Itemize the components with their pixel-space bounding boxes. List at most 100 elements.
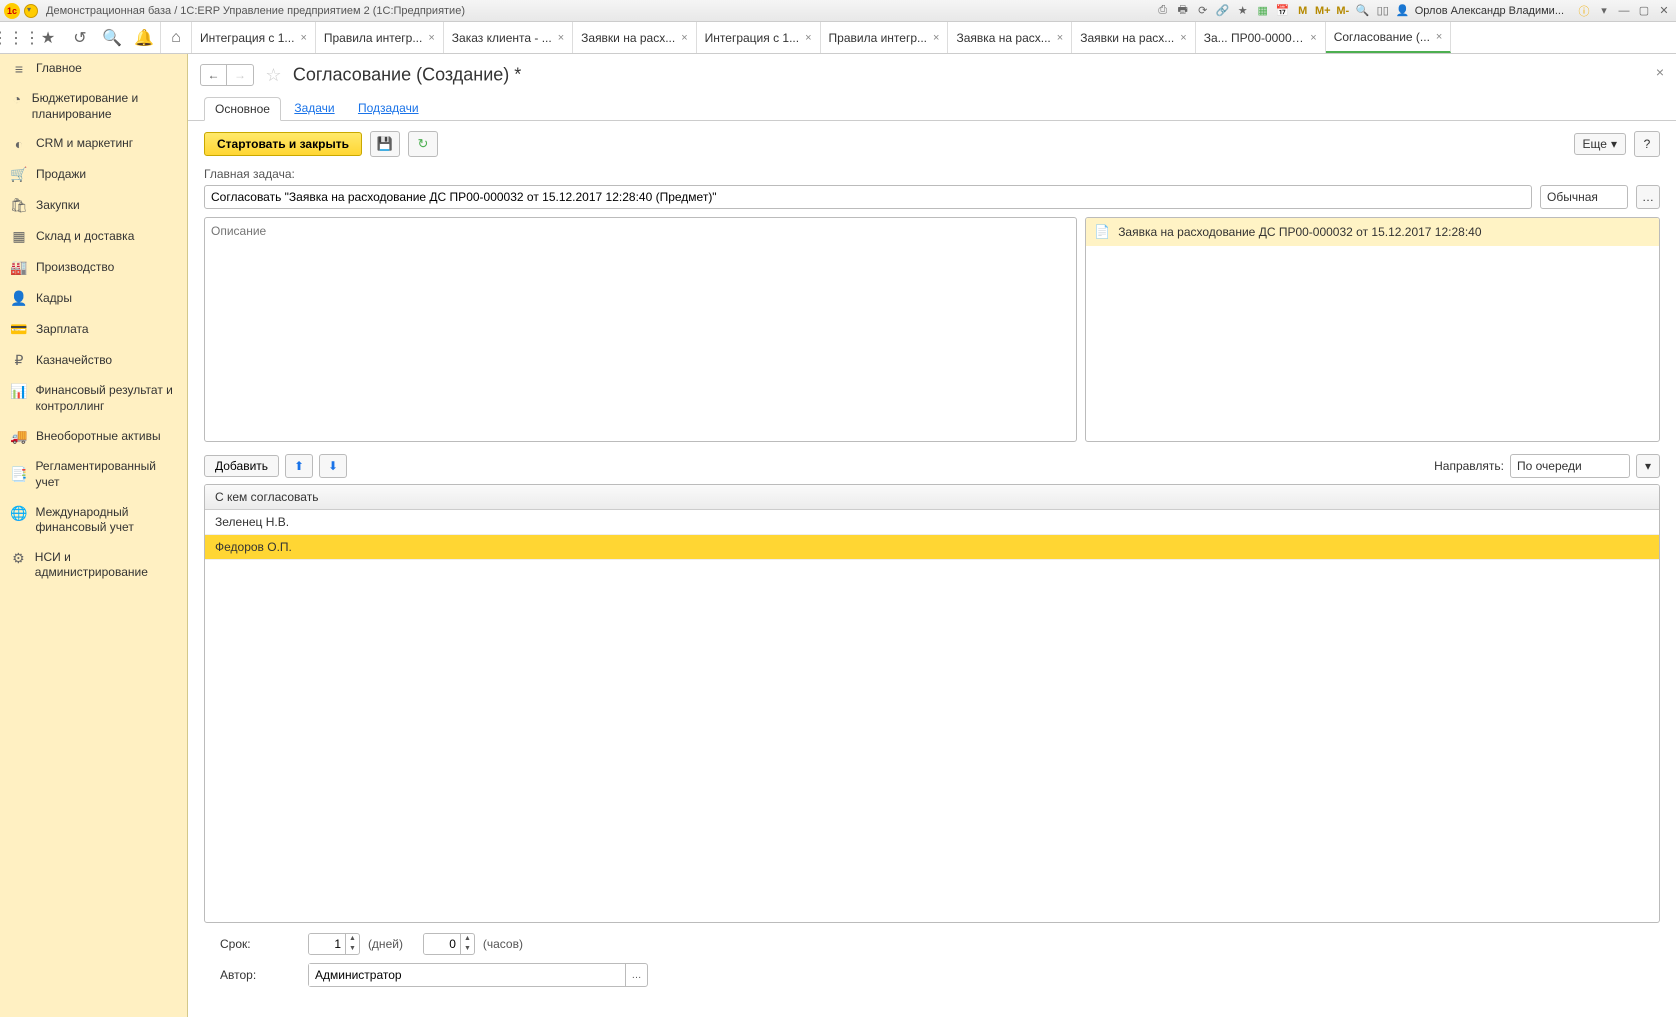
start-and-close-button[interactable]: Стартовать и закрыть xyxy=(204,132,362,156)
days-spinner[interactable]: ▲▼ xyxy=(308,933,360,955)
hours-spinner[interactable]: ▲▼ xyxy=(423,933,475,955)
author-input[interactable] xyxy=(309,964,625,986)
zoom-icon[interactable]: 🔍 xyxy=(1355,3,1371,19)
hours-input[interactable] xyxy=(424,934,460,954)
sidebar-icon: 🛍 xyxy=(10,197,28,214)
tab-close-icon[interactable]: × xyxy=(933,32,939,44)
help-button[interactable]: ? xyxy=(1634,131,1660,157)
tab-close-icon[interactable]: × xyxy=(558,32,564,44)
hours-up[interactable]: ▲ xyxy=(461,934,474,944)
sidebar-item[interactable]: 📊Финансовый результат и контроллинг xyxy=(0,376,187,421)
sidebar-item[interactable]: 📑Регламентированный учет xyxy=(0,452,187,497)
sidebar-item[interactable]: 🛒Продажи xyxy=(0,159,187,190)
more-menu-button[interactable]: Еще▾ xyxy=(1574,133,1626,155)
titlebar-menu-dropdown[interactable] xyxy=(24,4,38,18)
tab-close-icon[interactable]: × xyxy=(1180,32,1186,44)
sidebar-item[interactable]: ◔Бюджетирование и планирование xyxy=(0,84,187,129)
sidebar-item[interactable]: 🛍Закупки xyxy=(0,190,187,221)
attachment-item[interactable]: 📄 Заявка на расходование ДС ПР00-000032 … xyxy=(1086,218,1659,246)
table-row[interactable]: Зеленец Н.В. xyxy=(205,510,1659,535)
direct-select[interactable]: По очереди xyxy=(1510,454,1630,478)
grid-icon[interactable]: ▦ xyxy=(1255,3,1271,19)
home-icon[interactable]: ⌂ xyxy=(160,22,192,53)
refresh-icon[interactable]: ⟳ xyxy=(1195,3,1211,19)
tab-close-icon[interactable]: × xyxy=(681,32,687,44)
maximize-icon[interactable]: ▢ xyxy=(1636,3,1652,19)
author-options-button[interactable]: … xyxy=(625,964,647,986)
dropdown-icon[interactable]: ▾ xyxy=(1596,3,1612,19)
user-name[interactable]: Орлов Александр Владими... xyxy=(1415,5,1564,17)
sidebar-item[interactable]: ◐CRM и маркетинг xyxy=(0,129,187,159)
tab-main[interactable]: Основное xyxy=(204,97,281,121)
minimize-icon[interactable]: — xyxy=(1616,3,1632,19)
description-textarea[interactable] xyxy=(204,217,1077,442)
notifications-icon[interactable]: 🔔 xyxy=(128,22,160,53)
sidebar-item[interactable]: 👤Кадры xyxy=(0,283,187,314)
days-up[interactable]: ▲ xyxy=(346,934,359,944)
sidebar-item[interactable]: 🚚Внеоборотные активы xyxy=(0,421,187,452)
favorites-icon[interactable]: ★ xyxy=(32,22,64,53)
days-input[interactable] xyxy=(309,934,345,954)
save-button[interactable]: 💾 xyxy=(370,131,400,157)
memory-mminus[interactable]: M- xyxy=(1335,3,1351,19)
user-icon[interactable]: 👤 xyxy=(1395,3,1411,19)
search-icon[interactable]: 🔍 xyxy=(96,22,128,53)
sidebar-icon: ≡ xyxy=(10,61,28,77)
sidebar-item[interactable]: ▦Склад и доставка xyxy=(0,221,187,252)
doc-tab[interactable]: За... ПР00-000032× xyxy=(1196,22,1326,53)
tab-close-icon[interactable]: × xyxy=(1057,32,1063,44)
apps-icon[interactable]: ⋮⋮⋮ xyxy=(0,22,32,53)
doc-tab[interactable]: Заявки на расх...× xyxy=(573,22,697,53)
doc-tab[interactable]: Заказ клиента - ...× xyxy=(444,22,573,53)
history-icon[interactable]: ↺ xyxy=(64,22,96,53)
sidebar-label: Производство xyxy=(36,260,114,276)
hours-down[interactable]: ▼ xyxy=(461,944,474,954)
close-window-icon[interactable]: ✕ xyxy=(1656,3,1672,19)
link-icon[interactable]: 🔗 xyxy=(1215,3,1231,19)
restore-button[interactable]: ↻ xyxy=(408,131,438,157)
sidebar-item[interactable]: ⚙НСИ и администрирование xyxy=(0,543,187,588)
sidebar-item[interactable]: 🏭Производство xyxy=(0,252,187,283)
sidebar-item[interactable]: 🌐Международный финансовый учет xyxy=(0,498,187,543)
layout-icon[interactable]: ▯▯ xyxy=(1375,3,1391,19)
tab-close-icon[interactable]: × xyxy=(1436,31,1442,43)
print-icon[interactable]: 🖶 xyxy=(1175,3,1191,19)
task-type-options-button[interactable]: … xyxy=(1636,185,1660,209)
doc-tab[interactable]: Заявка на расх...× xyxy=(948,22,1072,53)
direct-dropdown-button[interactable]: ▾ xyxy=(1636,454,1660,478)
star-icon[interactable]: ★ xyxy=(1235,3,1251,19)
tab-close-icon[interactable]: × xyxy=(428,32,434,44)
memory-mplus[interactable]: M+ xyxy=(1315,3,1331,19)
doc-tab[interactable]: Правила интегр...× xyxy=(316,22,444,53)
sidebar-item[interactable]: ₽Казначейство xyxy=(0,345,187,376)
doc-tab[interactable]: Согласование (...× xyxy=(1326,22,1452,53)
sidebar-icon: 🛒 xyxy=(10,166,28,183)
printer-icon[interactable]: ⎙ xyxy=(1155,3,1171,19)
info-icon[interactable]: ⓘ xyxy=(1576,3,1592,19)
days-down[interactable]: ▼ xyxy=(346,944,359,954)
calendar-icon[interactable]: 📅 xyxy=(1275,3,1291,19)
doc-tab[interactable]: Интеграция с 1...× xyxy=(697,22,821,53)
memory-m[interactable]: M xyxy=(1295,3,1311,19)
sidebar-item[interactable]: ≡Главное xyxy=(0,54,187,84)
doc-tab[interactable]: Интеграция с 1...× xyxy=(192,22,316,53)
task-type-select[interactable]: Обычная xyxy=(1540,185,1628,209)
tab-close-icon[interactable]: × xyxy=(805,32,811,44)
tab-close-icon[interactable]: × xyxy=(300,32,306,44)
doc-tab[interactable]: Заявки на расх...× xyxy=(1072,22,1196,53)
close-page-button[interactable]: × xyxy=(1656,64,1664,80)
add-row-button[interactable]: Добавить xyxy=(204,455,279,477)
sidebar-icon: 📊 xyxy=(10,383,27,400)
tab-subtasks[interactable]: Подзадачи xyxy=(348,97,429,119)
favorite-toggle-icon[interactable]: ☆ xyxy=(265,65,281,86)
tab-tasks[interactable]: Задачи xyxy=(284,97,344,119)
table-row[interactable]: Федоров О.П. xyxy=(205,535,1659,560)
tab-close-icon[interactable]: × xyxy=(1310,32,1316,44)
doc-tab[interactable]: Правила интегр...× xyxy=(821,22,949,53)
sidebar-item[interactable]: 💳Зарплата xyxy=(0,314,187,345)
move-down-button[interactable]: ⬇ xyxy=(319,454,347,478)
main-task-input[interactable] xyxy=(204,185,1532,209)
nav-forward-button[interactable]: → xyxy=(227,65,253,85)
nav-back-button[interactable]: ← xyxy=(201,65,227,85)
move-up-button[interactable]: ⬆ xyxy=(285,454,313,478)
